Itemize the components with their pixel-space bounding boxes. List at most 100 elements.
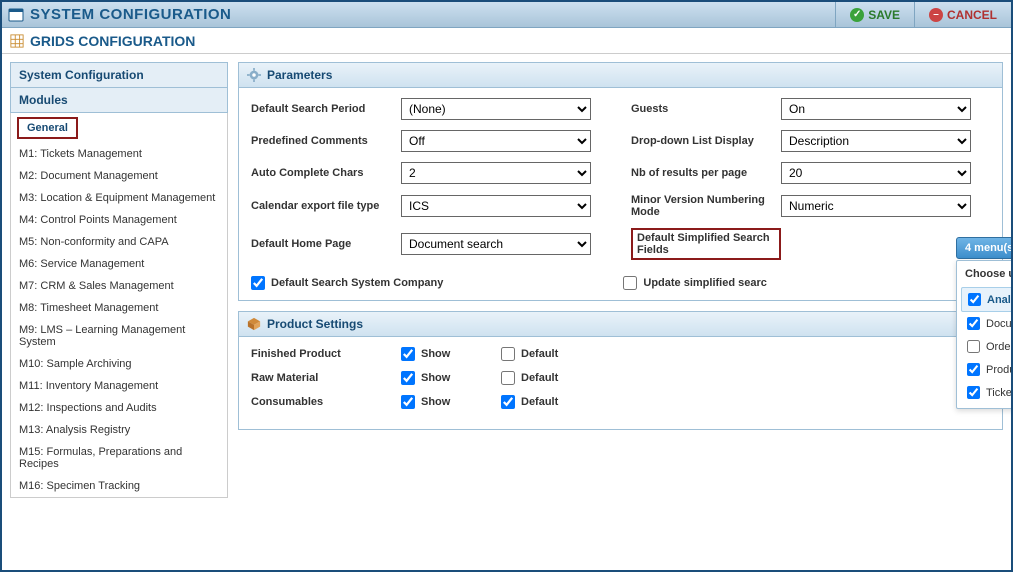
- label-dropdown-display: Drop-down List Display: [631, 135, 781, 147]
- option-label: Order / Sample: [986, 341, 1013, 353]
- chk-update-simplified[interactable]: Update simplified searc: [623, 276, 767, 290]
- option-checkbox[interactable]: [967, 340, 980, 353]
- config-icon: [8, 7, 24, 23]
- simplified-fields-popover: Choose up to 4 menus in the list. ✕ Anal…: [956, 260, 1013, 409]
- box-icon: [247, 317, 261, 331]
- sidebar-item[interactable]: M3: Location & Equipment Management: [11, 187, 227, 209]
- product-row: Finished Product Show Default: [251, 347, 990, 361]
- sidebar-item[interactable]: M12: Inspections and Audits: [11, 397, 227, 419]
- breadcrumb-b[interactable]: Modules: [10, 88, 228, 113]
- chk-default-search-system-company[interactable]: Default Search System Company: [251, 276, 443, 290]
- product-show-checkbox[interactable]: Show: [401, 371, 501, 385]
- product-show-box[interactable]: [401, 347, 415, 361]
- breadcrumb-a[interactable]: System Configuration: [10, 62, 228, 88]
- parameters-title: Parameters: [267, 68, 332, 82]
- product-row-label: Finished Product: [251, 348, 401, 360]
- product-default-checkbox[interactable]: Default: [501, 347, 601, 361]
- sidebar-item[interactable]: M10: Sample Archiving: [11, 353, 227, 375]
- product-show-label: Show: [421, 348, 450, 360]
- product-row-label: Consumables: [251, 396, 401, 408]
- sidebar-item[interactable]: M5: Non-conformity and CAPA: [11, 231, 227, 253]
- label-results-per-page: Nb of results per page: [631, 167, 781, 179]
- product-show-checkbox[interactable]: Show: [401, 347, 501, 361]
- chk-default-search-system-company-box[interactable]: [251, 276, 265, 290]
- product-show-box[interactable]: [401, 371, 415, 385]
- option-checkbox[interactable]: [968, 293, 981, 306]
- gear-icon: [247, 68, 261, 82]
- label-predefined-comments: Predefined Comments: [251, 135, 401, 147]
- select-minor-version[interactable]: Numeric: [781, 195, 971, 217]
- product-default-label: Default: [521, 348, 558, 360]
- simplified-fields-trigger-label: 4 menu(s) of 5 selected: [965, 242, 1013, 254]
- product-default-box[interactable]: [501, 395, 515, 409]
- sidebar-item[interactable]: M16: Specimen Tracking: [11, 475, 227, 497]
- product-default-label: Default: [521, 396, 558, 408]
- chk-update-simplified-box[interactable]: [623, 276, 637, 290]
- product-settings-header: Product Settings: [239, 312, 1002, 337]
- simplified-fields-option[interactable]: Document: [961, 312, 1013, 335]
- product-row: Consumables Show Default: [251, 395, 990, 409]
- option-checkbox[interactable]: [967, 386, 980, 399]
- label-minor-version: Minor Version Numbering Mode: [631, 194, 781, 218]
- product-default-checkbox[interactable]: Default: [501, 371, 601, 385]
- parameters-header: Parameters: [239, 63, 1002, 88]
- sidebar-item[interactable]: M13: Analysis Registry: [11, 419, 227, 441]
- sidebar-item[interactable]: M7: CRM & Sales Management: [11, 275, 227, 297]
- page-title-text: SYSTEM CONFIGURATION: [30, 6, 231, 23]
- sidebar-item[interactable]: M6: Service Management: [11, 253, 227, 275]
- label-default-simplified: Default Simplified Search Fields: [631, 228, 781, 260]
- product-default-checkbox[interactable]: Default: [501, 395, 601, 409]
- sidebar-item[interactable]: M2: Document Management: [11, 165, 227, 187]
- product-settings-panel: Product Settings Finished Product Show Def…: [238, 311, 1003, 430]
- select-predefined-comments[interactable]: Off: [401, 130, 591, 152]
- sidebar-item[interactable]: M4: Control Points Management: [11, 209, 227, 231]
- select-guests[interactable]: On: [781, 98, 971, 120]
- simplified-fields-option[interactable]: Order / Sample: [961, 335, 1013, 358]
- parameters-panel: Parameters Default Search Period (None) …: [238, 62, 1003, 301]
- label-default-home-page: Default Home Page: [251, 238, 401, 250]
- option-checkbox[interactable]: [967, 317, 980, 330]
- save-label: SAVE: [868, 8, 900, 22]
- cancel-icon: –: [929, 8, 943, 22]
- select-default-search-period[interactable]: (None): [401, 98, 591, 120]
- select-calendar-export[interactable]: ICS: [401, 195, 591, 217]
- select-dropdown-display[interactable]: Description: [781, 130, 971, 152]
- product-show-label: Show: [421, 396, 450, 408]
- label-default-search-period: Default Search Period: [251, 103, 401, 115]
- sidebar-item[interactable]: M9: LMS – Learning Management System: [11, 319, 227, 353]
- product-row-label: Raw Material: [251, 372, 401, 384]
- simplified-fields-option[interactable]: Product: [961, 358, 1013, 381]
- page-title: SYSTEM CONFIGURATION: [8, 6, 231, 23]
- option-label: Document: [986, 318, 1013, 330]
- sidebar: General M1: Tickets ManagementM2: Documen…: [10, 113, 228, 498]
- label-calendar-export: Calendar export file type: [251, 200, 401, 212]
- product-show-checkbox[interactable]: Show: [401, 395, 501, 409]
- simplified-fields-trigger[interactable]: 4 menu(s) of 5 selected ▴▾: [956, 237, 1013, 259]
- simplified-fields-option[interactable]: Analysis: [961, 287, 1013, 312]
- grids-icon: [10, 34, 24, 48]
- option-label: Product: [986, 364, 1013, 376]
- select-results-per-page[interactable]: 20: [781, 162, 971, 184]
- cancel-button[interactable]: – CANCEL: [914, 2, 1011, 27]
- simplified-fields-hint: Choose up to 4 menus in the list.: [965, 268, 1013, 280]
- product-default-box[interactable]: [501, 371, 515, 385]
- product-default-box[interactable]: [501, 347, 515, 361]
- option-checkbox[interactable]: [967, 363, 980, 376]
- save-button[interactable]: ✓ SAVE: [835, 2, 914, 27]
- sidebar-item[interactable]: General: [17, 117, 78, 139]
- sidebar-item[interactable]: M8: Timesheet Management: [11, 297, 227, 319]
- check-icon: ✓: [850, 8, 864, 22]
- select-default-home-page[interactable]: Document search: [401, 233, 591, 255]
- sidebar-item[interactable]: M11: Inventory Management: [11, 375, 227, 397]
- secondbar-title: GRIDS CONFIGURATION: [30, 33, 195, 49]
- product-show-label: Show: [421, 372, 450, 384]
- product-row: Raw Material Show Default: [251, 371, 990, 385]
- select-auto-complete-chars[interactable]: 2: [401, 162, 591, 184]
- sidebar-item[interactable]: M1: Tickets Management: [11, 143, 227, 165]
- chk-default-search-system-company-label: Default Search System Company: [271, 277, 443, 289]
- product-show-box[interactable]: [401, 395, 415, 409]
- label-guests: Guests: [631, 103, 781, 115]
- chk-update-simplified-label: Update simplified searc: [643, 277, 767, 289]
- simplified-fields-option[interactable]: Ticket: [961, 381, 1013, 404]
- sidebar-item[interactable]: M15: Formulas, Preparations and Recipes: [11, 441, 227, 475]
